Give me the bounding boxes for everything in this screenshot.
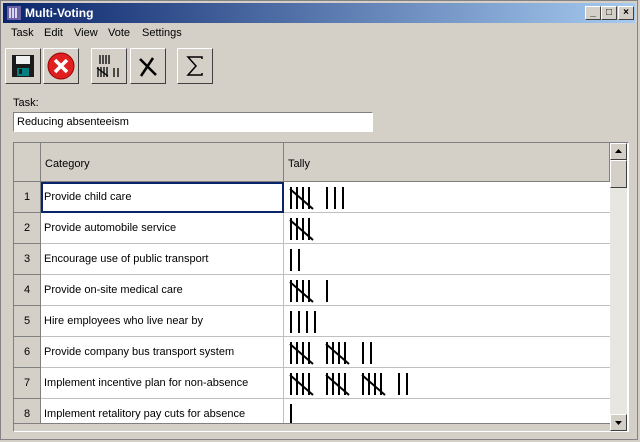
clear-vote-button[interactable] bbox=[130, 48, 166, 84]
tally-cell[interactable] bbox=[284, 368, 610, 399]
category-cell[interactable]: Provide child care bbox=[41, 182, 284, 213]
tally-button[interactable] bbox=[91, 48, 127, 84]
tally-cell[interactable] bbox=[284, 244, 610, 275]
tally-cell[interactable] bbox=[284, 213, 610, 244]
row-number[interactable]: 6 bbox=[14, 337, 41, 368]
category-cell[interactable]: Provide on-site medical care bbox=[41, 275, 284, 306]
tally-cell[interactable] bbox=[284, 306, 610, 337]
tally-marks bbox=[289, 218, 314, 241]
row-number[interactable]: 2 bbox=[14, 213, 41, 244]
column-header-category[interactable]: Category bbox=[41, 143, 284, 182]
column-header-category-label: Category bbox=[45, 158, 90, 170]
column-header-tally[interactable]: Tally bbox=[284, 143, 610, 182]
tally-cell[interactable] bbox=[284, 337, 610, 368]
scroll-down-button[interactable] bbox=[610, 414, 627, 431]
column-header-tally-label: Tally bbox=[288, 158, 311, 170]
tally-marks bbox=[289, 280, 328, 303]
menu-task[interactable]: Task bbox=[11, 27, 34, 39]
scroll-up-arrow-icon bbox=[615, 149, 622, 153]
window-title: Multi-Voting bbox=[25, 6, 94, 20]
category-cell[interactable]: Provide company bus transport system bbox=[41, 337, 284, 368]
remove-mark-icon bbox=[139, 57, 157, 77]
tally-marks-icon bbox=[96, 55, 119, 77]
close-button[interactable]: × bbox=[618, 6, 634, 20]
menu-edit[interactable]: Edit bbox=[44, 27, 63, 39]
grid-bottom-strip bbox=[14, 423, 610, 431]
table-row[interactable]: 1 Provide child care bbox=[14, 182, 610, 213]
row-number[interactable]: 3 bbox=[14, 244, 41, 275]
menu-view[interactable]: View bbox=[74, 27, 98, 39]
app-icon bbox=[7, 6, 21, 20]
close-icon: × bbox=[623, 7, 629, 18]
category-cell[interactable]: Encourage use of public transport bbox=[41, 244, 284, 275]
voting-grid: Category Tally 1 Provide child care 2 Provi… bbox=[13, 142, 629, 432]
maximize-icon: □ bbox=[605, 7, 613, 18]
red-x-icon bbox=[47, 52, 75, 80]
table-row[interactable]: 2 Provide automobile service bbox=[14, 213, 610, 244]
tally-marks bbox=[289, 187, 344, 210]
category-cell[interactable]: Provide automobile service bbox=[41, 213, 284, 244]
minimize-button[interactable]: _ bbox=[585, 6, 601, 20]
row-number[interactable]: 1 bbox=[14, 182, 41, 213]
scroll-thumb[interactable] bbox=[610, 160, 627, 188]
tally-marks bbox=[290, 311, 316, 333]
tally-cell[interactable] bbox=[284, 182, 610, 213]
floppy-disk-icon bbox=[12, 55, 34, 77]
menu-vote[interactable]: Vote bbox=[108, 27, 130, 39]
table-row[interactable]: 4 Provide on-site medical care bbox=[14, 275, 610, 306]
menu-bar: Task Edit View Vote Settings bbox=[3, 25, 635, 43]
main-window: Multi-Voting _ □ × Task Edit View Vote S… bbox=[0, 0, 638, 440]
toolbar bbox=[1, 45, 639, 91]
sum-button[interactable] bbox=[177, 48, 213, 84]
category-cell[interactable]: Hire employees who live near by bbox=[41, 306, 284, 337]
maximize-button[interactable]: □ bbox=[601, 6, 617, 20]
table-row[interactable]: 7 Implement incentive plan for non-absenc… bbox=[14, 368, 610, 399]
row-header-corner bbox=[14, 143, 41, 182]
task-label: Task: bbox=[13, 97, 39, 109]
menu-settings[interactable]: Settings bbox=[142, 27, 182, 39]
table-row[interactable]: 3 Encourage use of public transport bbox=[14, 244, 610, 275]
vertical-scrollbar[interactable] bbox=[610, 143, 627, 431]
tally-marks bbox=[289, 342, 372, 365]
table-row[interactable]: 6 Provide company bus transport system bbox=[14, 337, 610, 368]
scroll-up-button[interactable] bbox=[610, 143, 627, 160]
task-input[interactable] bbox=[13, 112, 373, 132]
tally-marks bbox=[290, 249, 300, 271]
tally-marks bbox=[289, 373, 408, 396]
cancel-button[interactable] bbox=[43, 48, 79, 84]
scroll-down-arrow-icon bbox=[615, 421, 622, 425]
title-bar[interactable]: Multi-Voting _ □ × bbox=[3, 3, 635, 23]
table-row[interactable]: 5 Hire employees who live near by bbox=[14, 306, 610, 337]
row-number[interactable]: 5 bbox=[14, 306, 41, 337]
row-number[interactable]: 4 bbox=[14, 275, 41, 306]
tally-cell[interactable] bbox=[284, 275, 610, 306]
category-cell[interactable]: Implement incentive plan for non-absence bbox=[41, 368, 284, 399]
sigma-icon bbox=[186, 56, 203, 76]
save-button[interactable] bbox=[5, 48, 41, 84]
row-number[interactable]: 7 bbox=[14, 368, 41, 399]
minimize-icon: _ bbox=[590, 7, 596, 18]
